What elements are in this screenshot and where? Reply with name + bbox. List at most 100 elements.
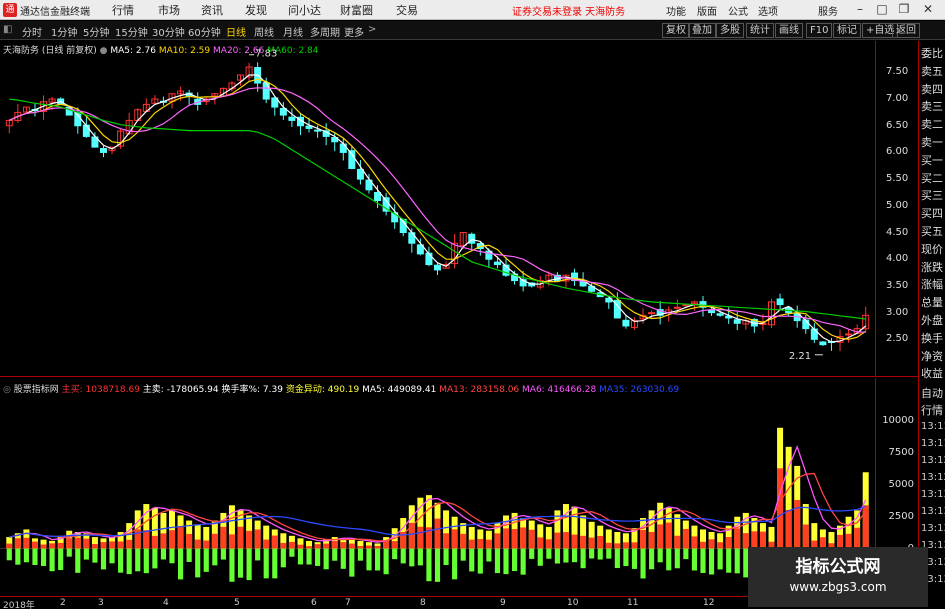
menu-caifuquan[interactable]: 财富圈 (340, 2, 373, 18)
volume-bar-green (529, 548, 535, 559)
close-icon[interactable]: ✕ (920, 1, 936, 18)
tab-15min[interactable]: 15分钟 (115, 24, 148, 39)
menu-gongneng[interactable]: 功能 (666, 3, 686, 18)
chevron-right-icon[interactable]: > (368, 24, 376, 35)
menu-zixun[interactable]: 资讯 (201, 2, 223, 18)
volume-bar-green (237, 548, 244, 578)
fanhui-button[interactable]: 返回 (892, 23, 920, 38)
candle-body (493, 261, 501, 266)
candle-body (673, 306, 681, 309)
indicator-tick-label: 5000 (888, 478, 914, 490)
volume-bar-red (194, 539, 201, 549)
tab-yuexian[interactable]: 月线 (283, 24, 303, 39)
menu-fuwu[interactable]: 服务 (818, 3, 838, 18)
price-chart[interactable]: 7.83 2.21 (0, 41, 875, 376)
detail-tab-label[interactable]: 行情 (921, 402, 943, 418)
candle-body (99, 147, 107, 153)
volume-bar-green (580, 548, 586, 569)
duogu-button[interactable]: 多股 (716, 23, 744, 38)
candle-body (356, 168, 364, 180)
sidebar-toggle-icon[interactable]: ◧ (3, 24, 12, 35)
volume-bar-green (631, 548, 638, 569)
candle-body (819, 341, 827, 346)
volume-bar-green (315, 548, 321, 566)
volume-bar-red (220, 526, 227, 549)
menu-gongshi[interactable]: 公式 (728, 3, 748, 18)
quote-field-label[interactable]: 买三 (921, 187, 943, 203)
tongji-button[interactable]: 统计 (746, 23, 774, 38)
volume-bar-red (511, 529, 518, 549)
tab-gengduo[interactable]: 更多 (344, 24, 364, 39)
quote-field-label[interactable]: 卖四 (921, 81, 943, 97)
quote-field-label[interactable]: 涨跌 (921, 259, 943, 275)
quote-field-label[interactable]: 外盘 (921, 312, 943, 328)
huaxian-button[interactable]: 画线 (775, 23, 803, 38)
volume-bar-red (151, 535, 158, 549)
quote-field-label[interactable]: 净资 (921, 348, 943, 364)
volume-bar-green (417, 548, 423, 566)
menu-wenxiaoda[interactable]: 问小达 (288, 2, 321, 18)
price-tick-label: 2.50 (886, 333, 909, 345)
menu-shichang[interactable]: 市场 (158, 2, 180, 18)
date-tick-label: 2 (60, 598, 66, 608)
quote-field-label[interactable]: 委比 (921, 45, 943, 61)
volume-bar-red (228, 534, 235, 549)
quote-field-label[interactable]: 买四 (921, 205, 943, 221)
restore-icon[interactable]: ❐ (896, 1, 912, 18)
tab-duozhouqi[interactable]: 多周期 (310, 24, 340, 39)
volume-bar-green (203, 548, 209, 572)
quote-field-label[interactable]: 涨幅 (921, 276, 943, 292)
quote-field-label[interactable]: 收益 (921, 365, 943, 381)
quote-field-label[interactable]: 买一 (921, 152, 943, 168)
tab-1min[interactable]: 1分钟 (51, 24, 77, 39)
volume-bar-red (288, 541, 295, 549)
quote-field-label[interactable]: 现价 (921, 241, 943, 257)
tab-30min[interactable]: 30分钟 (152, 24, 185, 39)
volume-bar-red (357, 546, 364, 549)
volume-bar-green (469, 548, 475, 572)
tab-fenshi[interactable]: 分时 (22, 24, 42, 39)
detail-tab-label[interactable]: 自动 (921, 385, 943, 401)
volume-bar-red (580, 535, 587, 549)
volume-bar-red (31, 541, 38, 549)
price-tick-label: 7.50 (886, 66, 909, 78)
menu-faxian[interactable]: 发现 (245, 2, 267, 18)
low-price-label: 2.21 (789, 351, 811, 362)
quote-field-label[interactable]: 卖三 (921, 98, 943, 114)
tab-5min[interactable]: 5分钟 (83, 24, 109, 39)
quote-field-label[interactable]: 卖五 (921, 63, 943, 79)
biaoji-button[interactable]: 标记 (833, 23, 861, 38)
menu-jiaoyi[interactable]: 交易 (396, 2, 418, 18)
quote-field-label[interactable]: 买二 (921, 170, 943, 186)
menu-xuanxiang[interactable]: 选项 (758, 3, 778, 18)
price-tick-label: 3.00 (886, 306, 909, 318)
price-tick-label: 5.00 (886, 199, 909, 211)
menu-hangqing[interactable]: 行情 (112, 2, 134, 18)
volume-bar-red (485, 539, 492, 549)
volume-bar-green (503, 548, 509, 575)
indicator-chart[interactable] (0, 378, 875, 595)
quote-field-label[interactable]: 换手 (921, 330, 943, 346)
minimize-icon[interactable]: – (852, 1, 868, 18)
menu-banmian[interactable]: 版面 (697, 3, 717, 18)
quote-field-label[interactable]: 总量 (921, 294, 943, 310)
date-tick-label: 3 (98, 598, 104, 608)
maximize-icon[interactable]: □ (874, 1, 890, 18)
quote-field-label[interactable]: 买五 (921, 223, 943, 239)
volume-bar-red (537, 537, 544, 549)
f10-button[interactable]: F10 (806, 23, 833, 38)
volume-bar-red (83, 538, 90, 549)
candle-body (305, 125, 313, 129)
tab-rixian[interactable]: 日线 (226, 24, 246, 39)
quote-field-label[interactable]: 卖二 (921, 116, 943, 132)
volume-bar-red (734, 528, 741, 549)
tick-time: 13:13 (921, 489, 945, 500)
diejia-button[interactable]: 叠加 (688, 23, 716, 38)
volume-bar-red (246, 530, 253, 549)
fuquan-button[interactable]: 复权 (662, 23, 690, 38)
price-axis: 7.50 7.00 6.50 6.00 5.50 5.00 4.50 4.00 3.50 3.00… (875, 41, 917, 376)
quote-field-label[interactable]: 卖一 (921, 134, 943, 150)
trade-notice[interactable]: 证券交易未登录 天海防务 (512, 3, 625, 18)
tab-zhouxian[interactable]: 周线 (254, 24, 274, 39)
tab-60min[interactable]: 60分钟 (188, 24, 221, 39)
